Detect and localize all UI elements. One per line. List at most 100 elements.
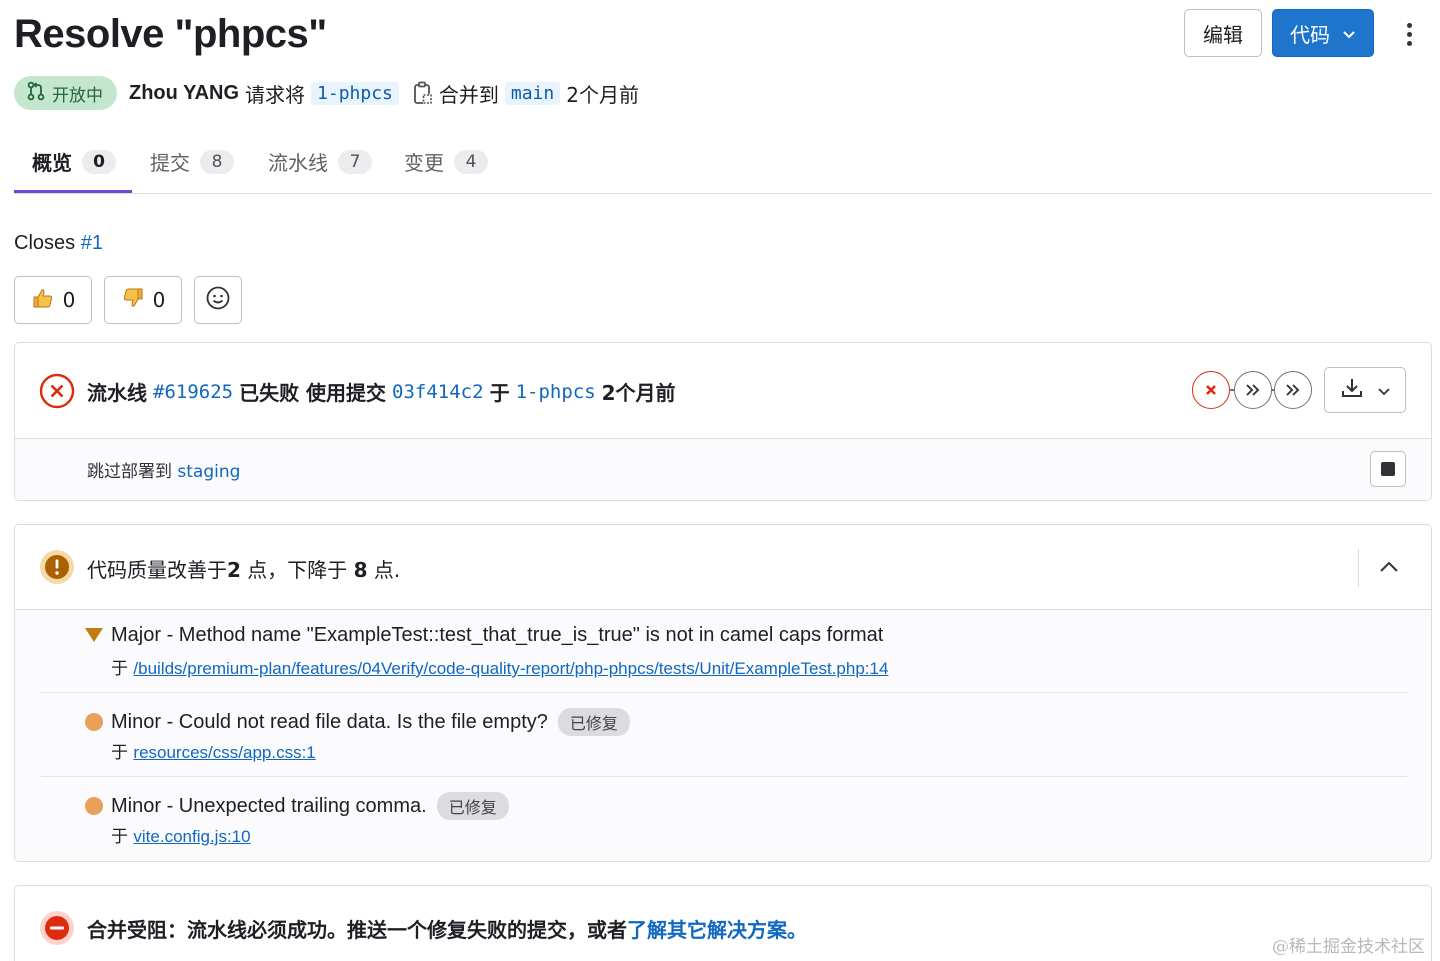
divider — [41, 776, 1407, 777]
tab-overview[interactable]: 概览 0 — [32, 130, 116, 193]
code-dropdown-button[interactable]: 代码 — [1272, 9, 1374, 57]
status-text: 开放中 — [52, 85, 103, 106]
pipeline-time: 2个月前 — [601, 381, 676, 405]
closes-prefix: Closes — [14, 232, 81, 254]
thumbs-down-count: 0 — [152, 288, 166, 312]
pipeline-prefix: 流水线 — [87, 381, 147, 405]
download-artifacts-button[interactable] — [1324, 367, 1406, 413]
description: Closes #1 — [14, 232, 103, 255]
active-tab-indicator — [14, 190, 132, 193]
thumbs-down-award[interactable]: 0 — [104, 276, 182, 324]
severity-minor-icon — [84, 796, 104, 820]
issue-file-link[interactable]: /builds/premium-plan/features/04Verify/c… — [133, 659, 888, 678]
target-branch[interactable]: main — [504, 81, 561, 105]
blocked-text: 合并受阻：流水线必须成功。推送一个修复失败的提交，或者 — [87, 918, 627, 942]
on-text: 于 — [489, 381, 510, 405]
list-item: Major - Method name "ExampleTest::test_t… — [41, 624, 1407, 684]
environment-link[interactable]: staging — [177, 462, 240, 482]
page-title: Resolve "phpcs" — [14, 12, 327, 56]
pipeline-summary: 流水线 #619625 已失败 使用提交 03f414c2 于 1-phpcs … — [87, 377, 676, 406]
source-branch[interactable]: 1-phpcs — [311, 81, 399, 105]
thumbs-up-icon — [31, 286, 55, 315]
chevron-up-icon — [1379, 558, 1399, 577]
code-quality-widget: 代码质量改善于2 点，下降于 8 点. Major - Method name … — [14, 524, 1432, 862]
chevron-down-icon — [1378, 381, 1390, 400]
issue-in: 于 — [111, 827, 128, 847]
pipeline-row: 流水线 #619625 已失败 使用提交 03f414c2 于 1-phpcs … — [15, 343, 1431, 439]
warning-icon — [39, 549, 75, 589]
thumbs-down-icon — [121, 286, 145, 315]
issue-link[interactable]: #1 — [81, 232, 103, 254]
stage-connector — [1271, 389, 1275, 391]
edit-button[interactable]: 编辑 — [1184, 9, 1262, 57]
divider — [41, 692, 1407, 693]
stage-skipped-icon[interactable] — [1274, 371, 1312, 409]
watermark: @稀土掘金技术社区 — [1272, 937, 1425, 957]
status-badge: 开放中 — [14, 76, 117, 110]
status-failed-icon[interactable] — [39, 373, 75, 413]
pipeline-status-text: 已失败 使用提交 — [239, 381, 387, 405]
time-ago: 2个月前 — [566, 82, 639, 107]
summary-mid: 点，下降于 — [240, 558, 354, 582]
fixed-badge: 已修复 — [436, 792, 509, 820]
merge-blocked-widget: 合并受阻：流水线必须成功。推送一个修复失败的提交，或者了解其它解决方案。 — [14, 885, 1432, 961]
code-quality-summary: 代码质量改善于2 点，下降于 8 点. — [87, 554, 400, 583]
smiley-icon — [205, 285, 231, 316]
commit-link[interactable]: 03f414c2 — [392, 381, 484, 403]
divider — [1358, 549, 1359, 587]
merge-request-tabs: 概览 0 提交 8 流水线 7 变更 4 — [14, 130, 1432, 194]
tab-pipelines[interactable]: 流水线 7 — [268, 130, 372, 193]
issue-text: Major - Method name "ExampleTest::test_t… — [111, 624, 884, 646]
deployment-text: 跳过部署到 staging — [87, 457, 240, 482]
author-link[interactable]: Zhou YANG — [129, 82, 239, 105]
deploy-prefix: 跳过部署到 — [87, 462, 172, 482]
issue-file-link[interactable]: resources/css/app.css:1 — [133, 743, 315, 762]
tab-count: 4 — [454, 149, 488, 174]
blocked-icon — [39, 910, 75, 950]
copy-branch-icon[interactable] — [413, 81, 433, 105]
issue-in: 于 — [111, 743, 128, 763]
merge-request-icon — [26, 81, 46, 106]
stop-environment-button[interactable] — [1370, 451, 1406, 487]
stage-failed-icon[interactable] — [1192, 371, 1230, 409]
tab-count: 0 — [82, 149, 116, 174]
code-quality-header: 代码质量改善于2 点，下降于 8 点. — [15, 525, 1431, 610]
more-actions-button[interactable] — [1396, 14, 1422, 54]
list-item: Minor - Unexpected trailing comma. 已修复 于 … — [41, 792, 1407, 852]
summary-pre: 代码质量改善于 — [87, 558, 227, 582]
stage-skipped-icon[interactable] — [1234, 371, 1272, 409]
download-icon — [1340, 376, 1364, 404]
pipeline-id-link[interactable]: #619625 — [153, 381, 233, 403]
issue-in: 于 — [111, 659, 128, 679]
tab-changes[interactable]: 变更 4 — [404, 130, 488, 193]
branch-link[interactable]: 1-phpcs — [516, 381, 596, 403]
tab-count: 7 — [338, 149, 372, 174]
collapse-button[interactable] — [1373, 551, 1405, 583]
tab-label: 提交 — [150, 151, 190, 175]
tab-label: 变更 — [404, 151, 444, 175]
chevron-down-icon — [1342, 21, 1356, 45]
merge-to-text: 合并到 — [438, 82, 499, 107]
tab-label: 流水线 — [268, 151, 328, 175]
tab-label: 概览 — [32, 151, 72, 175]
severity-major-icon — [84, 627, 104, 647]
summary-post: 点. — [367, 558, 401, 582]
add-reaction-button[interactable] — [194, 276, 242, 324]
merge-blocked-message: 合并受阻：流水线必须成功。推送一个修复失败的提交，或者了解其它解决方案。 — [87, 914, 807, 943]
tab-count: 8 — [200, 149, 234, 174]
tab-commits[interactable]: 提交 8 — [150, 130, 234, 193]
learn-more-link[interactable]: 了解其它解决方案。 — [627, 918, 807, 942]
code-quality-issues: Major - Method name "ExampleTest::test_t… — [15, 610, 1431, 860]
code-button-label: 代码 — [1290, 22, 1330, 47]
ellipsis-icon — [1406, 22, 1412, 28]
stop-icon — [1381, 462, 1395, 476]
pipeline-widget: 流水线 #619625 已失败 使用提交 03f414c2 于 1-phpcs … — [14, 342, 1432, 501]
issue-text: Minor - Unexpected trailing comma. — [111, 794, 427, 817]
merge-request-meta: 开放中 Zhou YANG 请求将 1-phpcs 合并到 main 2个月前 — [14, 76, 639, 110]
severity-minor-icon — [84, 712, 104, 736]
deployment-row: 跳过部署到 staging — [15, 439, 1431, 500]
issue-file-link[interactable]: vite.config.js:10 — [133, 827, 250, 846]
improved-count: 2 — [227, 558, 241, 582]
thumbs-up-award[interactable]: 0 — [14, 276, 92, 324]
degraded-count: 8 — [353, 558, 368, 582]
